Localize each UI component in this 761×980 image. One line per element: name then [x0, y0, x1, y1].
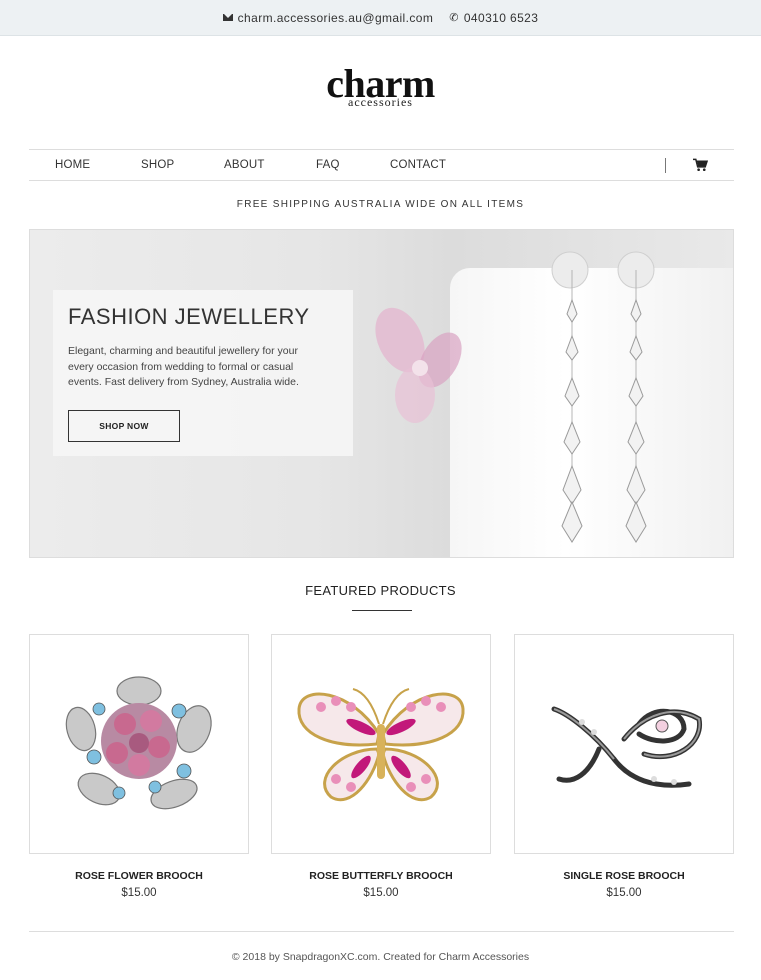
product-name[interactable]: SINGLE ROSE BROOCH	[514, 870, 734, 882]
product-price: $15.00	[121, 887, 157, 899]
product-card[interactable]: ROSE BUTTERFLY BROOCH $15.00	[271, 634, 491, 899]
nav-home[interactable]: HOME	[55, 159, 90, 171]
product-card[interactable]: ROSE FLOWER BROOCH $15.00	[29, 634, 249, 899]
hero-flower-image	[375, 307, 462, 423]
product-price: $15.00	[363, 887, 399, 899]
phone-text[interactable]: 040310 6523	[464, 11, 538, 25]
hero-text-box: FASHION JEWELLERY Elegant, charming and …	[53, 290, 353, 456]
shipping-banner: FREE SHIPPING AUSTRALIA WIDE ON ALL ITEM…	[236, 199, 525, 210]
envelope-icon	[222, 14, 233, 21]
main-nav: HOME SHOP ABOUT FAQ CONTACT	[29, 149, 734, 181]
footer-credit: © 2018 by SnapdragonXC.com. Created for …	[231, 951, 530, 963]
product-image[interactable]	[514, 634, 734, 854]
logo-subtitle: accessories	[348, 95, 413, 109]
hero-banner: FASHION JEWELLERY Elegant, charming and …	[29, 229, 734, 558]
product-card[interactable]: SINGLE ROSE BROOCH $15.00	[514, 634, 734, 899]
hero-earrings-image	[551, 251, 655, 543]
featured-heading: FEATURED PRODUCTS	[305, 583, 456, 598]
rose-butterfly-brooch-image	[297, 688, 465, 802]
nav-about[interactable]: ABOUT	[224, 159, 265, 171]
site-logo[interactable]: charm accessories	[0, 64, 761, 109]
email-contact[interactable]: charm.accessories.au@gmail.com	[222, 11, 434, 25]
email-text[interactable]: charm.accessories.au@gmail.com	[238, 11, 434, 25]
contact-bar: charm.accessories.au@gmail.com ✆ 040310 …	[0, 0, 761, 36]
phone-icon: ✆	[449, 12, 459, 24]
nav-divider	[665, 158, 666, 173]
product-price: $15.00	[606, 887, 642, 899]
cart-icon[interactable]	[693, 158, 708, 172]
hero-description: Elegant, charming and beautiful jeweller…	[68, 345, 299, 388]
product-image[interactable]	[271, 634, 491, 854]
hero-title: FASHION JEWELLERY	[68, 304, 310, 329]
rose-flower-brooch-image	[65, 676, 212, 810]
nav-faq[interactable]: FAQ	[316, 159, 340, 171]
product-image[interactable]	[29, 634, 249, 854]
single-rose-brooch-image	[551, 706, 702, 788]
product-name[interactable]: ROSE BUTTERFLY BROOCH	[271, 870, 491, 882]
featured-divider	[352, 610, 412, 611]
nav-contact[interactable]: CONTACT	[390, 159, 446, 171]
product-name[interactable]: ROSE FLOWER BROOCH	[29, 870, 249, 882]
footer-divider	[29, 931, 734, 932]
phone-contact[interactable]: ✆ 040310 6523	[449, 11, 538, 25]
nav-shop[interactable]: SHOP	[141, 159, 174, 171]
shop-now-button[interactable]: SHOP NOW	[68, 410, 180, 442]
